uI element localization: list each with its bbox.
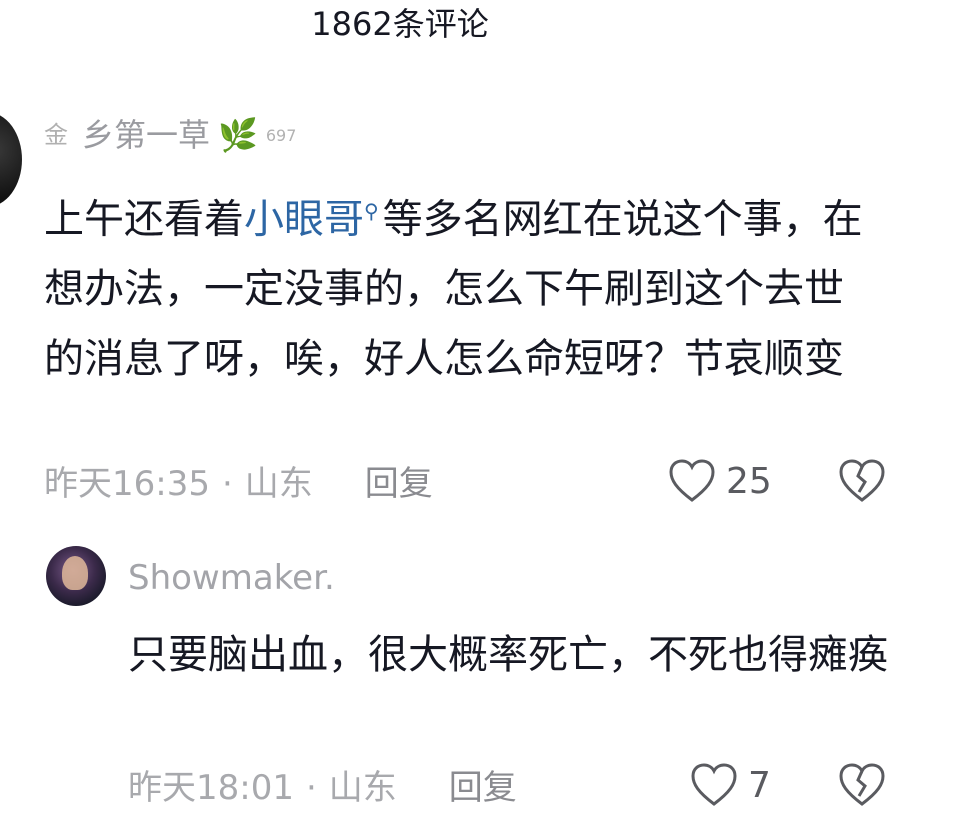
comment-meta: 昨天16:35 · 山东 回复 [44,462,433,506]
reply-time: 昨天18:01 [128,768,294,808]
comment-text: 上午还看着小眼哥⚲ 等多名网红在说这个事，在想办法，一定没事的，怎么下午刷到这个去… [44,176,864,394]
reply-like-button[interactable]: 7 [690,762,771,808]
reply-text: 只要脑出血，很大概率死亡，不死也得瘫痪 [128,632,888,678]
reply-username[interactable]: Showmaker. [128,556,335,600]
comment-time: 昨天16:35 [44,464,210,504]
separator-dot: · [305,768,317,808]
heart-icon [691,763,737,806]
reply-reply-button[interactable]: 回复 [449,766,517,810]
commenter-avatar[interactable] [0,112,22,207]
search-icon[interactable]: ⚲ [364,199,379,223]
reply-like-count: 7 [748,764,771,806]
reply-avatar[interactable] [46,546,106,606]
broken-heart-icon[interactable] [838,762,886,808]
reply-location: 山东 [328,768,397,808]
gold-badge-icon: 金 [44,121,68,149]
comment-location: 山东 [244,464,313,504]
broken-heart-icon[interactable] [838,458,886,504]
reply-meta: 昨天18:01 · 山东 回复 [128,766,517,810]
like-count: 25 [726,460,772,502]
mention-link[interactable]: 小眼哥 [244,196,364,242]
commenter-username-row[interactable]: 金 乡第一草 🌿 697 [44,112,296,158]
reply-button[interactable]: 回复 [365,462,433,506]
commenter-username[interactable]: 乡第一草 [82,113,210,157]
comment-count-title: 1862条评论 [311,5,489,43]
comment-text-start: 上午还看着 [44,196,244,243]
heart-icon [669,459,715,502]
level-badge: 697 [265,126,297,145]
separator-dot: · [221,464,233,504]
leaf-icon: 🌿 [218,116,258,154]
like-button[interactable]: 25 [668,458,772,504]
